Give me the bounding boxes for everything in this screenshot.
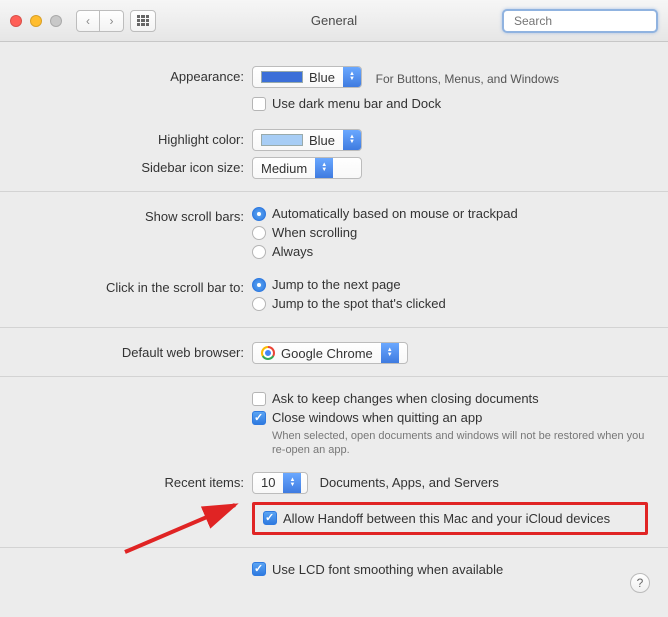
highlight-label: Highlight color: xyxy=(20,129,252,147)
forward-button[interactable]: › xyxy=(100,10,124,32)
close-windows-checkbox[interactable] xyxy=(252,411,266,425)
browser-value: Google Chrome xyxy=(281,346,373,361)
nav-buttons: ‹ › xyxy=(76,10,124,32)
radio-label: Jump to the spot that's clicked xyxy=(272,296,446,311)
chevron-left-icon: ‹ xyxy=(86,14,90,28)
dark-menu-checkbox[interactable] xyxy=(252,97,266,111)
scrollbars-auto-radio[interactable] xyxy=(252,207,266,221)
zoom-window-button[interactable] xyxy=(50,15,62,27)
handoff-checkbox[interactable] xyxy=(263,511,277,525)
scrollbars-scrolling-radio[interactable] xyxy=(252,226,266,240)
scrollclick-radios: Jump to the next page Jump to the spot t… xyxy=(252,277,648,315)
handoff-label: Allow Handoff between this Mac and your … xyxy=(283,511,610,526)
scrollclick-page-radio[interactable] xyxy=(252,278,266,292)
search-field[interactable] xyxy=(502,9,658,33)
ask-keep-changes-checkbox[interactable] xyxy=(252,392,266,406)
scrollclick-spot-radio[interactable] xyxy=(252,297,266,311)
appearance-select[interactable]: Blue ▲▼ xyxy=(252,66,362,88)
minimize-window-button[interactable] xyxy=(30,15,42,27)
stepper-icon: ▲▼ xyxy=(381,343,399,363)
scrollclick-label: Click in the scroll bar to: xyxy=(20,277,252,295)
lcd-smoothing-label: Use LCD font smoothing when available xyxy=(272,562,503,577)
show-all-button[interactable] xyxy=(130,10,156,32)
sidebar-size-value: Medium xyxy=(261,161,307,176)
radio-label: Automatically based on mouse or trackpad xyxy=(272,206,518,221)
ask-keep-changes-label: Ask to keep changes when closing documen… xyxy=(272,391,539,406)
stepper-icon: ▲▼ xyxy=(283,473,301,493)
sidebar-size-select[interactable]: Medium ▲▼ xyxy=(252,157,362,179)
appearance-value: Blue xyxy=(309,70,335,85)
close-windows-label: Close windows when quitting an app xyxy=(272,410,482,425)
search-input[interactable] xyxy=(514,14,668,28)
close-windows-hint: When selected, open documents and window… xyxy=(272,429,648,458)
stepper-icon: ▲▼ xyxy=(343,130,361,150)
question-icon: ? xyxy=(637,576,644,590)
titlebar: ‹ › General xyxy=(0,0,668,42)
appearance-label: Appearance: xyxy=(20,66,252,84)
radio-label: When scrolling xyxy=(272,225,357,240)
recent-items-value: 10 xyxy=(261,475,275,490)
scrollbars-label: Show scroll bars: xyxy=(20,206,252,224)
stepper-icon: ▲▼ xyxy=(315,158,333,178)
section-divider xyxy=(0,376,668,377)
preferences-window: ‹ › General Appearance: Blue ▲▼ For Butt… xyxy=(0,0,668,617)
appearance-hint: For Buttons, Menus, and Windows xyxy=(376,72,559,86)
help-button[interactable]: ? xyxy=(630,573,650,593)
highlight-select[interactable]: Blue ▲▼ xyxy=(252,129,362,151)
grid-icon xyxy=(137,15,149,27)
annotation-highlight: Allow Handoff between this Mac and your … xyxy=(252,502,648,535)
color-swatch-icon xyxy=(261,134,303,146)
content-area: Appearance: Blue ▲▼ For Buttons, Menus, … xyxy=(0,42,668,617)
recent-items-suffix: Documents, Apps, and Servers xyxy=(320,475,499,490)
section-divider xyxy=(0,191,668,192)
radio-label: Always xyxy=(272,244,313,259)
sidebar-size-label: Sidebar icon size: xyxy=(20,157,252,175)
window-controls xyxy=(10,15,62,27)
lcd-smoothing-checkbox[interactable] xyxy=(252,562,266,576)
close-window-button[interactable] xyxy=(10,15,22,27)
section-divider xyxy=(0,547,668,548)
section-divider xyxy=(0,327,668,328)
recent-items-select[interactable]: 10 ▲▼ xyxy=(252,472,308,494)
scrollbars-radios: Automatically based on mouse or trackpad… xyxy=(252,206,648,263)
chevron-right-icon: › xyxy=(110,14,114,28)
browser-label: Default web browser: xyxy=(20,342,252,360)
radio-label: Jump to the next page xyxy=(272,277,401,292)
highlight-value: Blue xyxy=(309,133,335,148)
recent-items-label: Recent items: xyxy=(20,472,252,490)
back-button[interactable]: ‹ xyxy=(76,10,100,32)
chrome-icon xyxy=(261,346,275,360)
stepper-icon: ▲▼ xyxy=(343,67,361,87)
color-swatch-icon xyxy=(261,71,303,83)
dark-menu-label: Use dark menu bar and Dock xyxy=(272,96,441,111)
browser-select[interactable]: Google Chrome ▲▼ xyxy=(252,342,408,364)
scrollbars-always-radio[interactable] xyxy=(252,245,266,259)
